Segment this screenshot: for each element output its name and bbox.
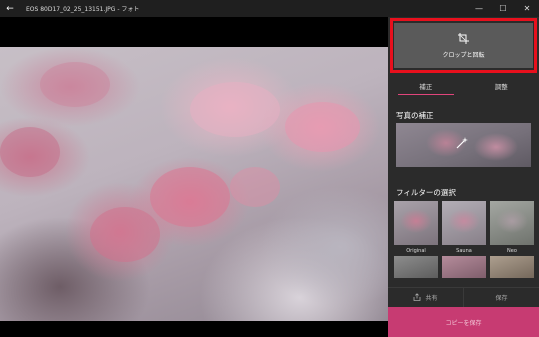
share-icon xyxy=(413,292,421,303)
magic-wand-icon xyxy=(456,137,468,152)
blossom-cluster xyxy=(190,82,280,137)
share-label: 共有 xyxy=(425,295,438,302)
save-button[interactable]: 保存 xyxy=(463,287,539,307)
crop-rotate-label: クロップと回転 xyxy=(442,51,485,59)
share-button[interactable]: 共有 xyxy=(388,287,463,307)
filter-item[interactable] xyxy=(442,256,486,278)
filter-label: Sauna xyxy=(456,248,472,254)
filter-thumbnail xyxy=(490,256,534,278)
filter-thumbnail xyxy=(442,256,486,278)
edit-panel: クロップと回転 補正 調整 写真の補正 フィルターの選択 Original Sa… xyxy=(388,17,539,337)
blossom-cluster xyxy=(0,127,60,177)
back-arrow-icon[interactable]: ← xyxy=(0,0,20,17)
tab-adjust[interactable]: 調整 xyxy=(464,77,539,95)
blossom-cluster xyxy=(285,102,360,152)
cherry-blossom-photo xyxy=(0,47,388,321)
window-title: EOS 80D17_02_25_13151.JPG - フォト xyxy=(26,6,140,13)
photo-canvas xyxy=(0,17,388,337)
filter-item[interactable] xyxy=(394,256,438,278)
filter-label: Neo xyxy=(507,248,517,254)
blossom-cluster xyxy=(90,207,160,262)
filter-thumbnail xyxy=(394,256,438,278)
enhance-title: 写真の補正 xyxy=(396,111,434,120)
crop-rotate-button[interactable]: クロップと回転 xyxy=(394,23,533,68)
enhance-photo-button[interactable] xyxy=(396,123,531,167)
blossom-cluster xyxy=(40,62,110,107)
close-icon[interactable]: ✕ xyxy=(515,0,539,17)
maximize-icon[interactable]: ☐ xyxy=(491,0,515,17)
filter-item[interactable] xyxy=(490,256,534,278)
filter-thumbnail xyxy=(394,201,438,245)
edit-tabs: 補正 調整 xyxy=(388,77,539,95)
action-bar: 共有 保存 xyxy=(388,287,539,307)
filter-original[interactable]: Original xyxy=(394,201,438,255)
crop-rotate-icon xyxy=(458,32,469,46)
save-copy-button[interactable]: コピーを保存 xyxy=(388,307,539,337)
blossom-cluster xyxy=(150,167,230,227)
minimize-icon[interactable]: — xyxy=(467,0,491,17)
filter-sauna[interactable]: Sauna xyxy=(442,201,486,255)
blossom-cluster xyxy=(230,167,280,207)
window-controls: — ☐ ✕ xyxy=(467,0,539,17)
filter-grid: Original Sauna Neo xyxy=(394,201,534,278)
filter-thumbnail xyxy=(442,201,486,245)
filters-title: フィルターの選択 xyxy=(396,188,456,197)
tab-enhance[interactable]: 補正 xyxy=(388,77,464,95)
filter-neo[interactable]: Neo xyxy=(490,201,534,255)
title-bar: ← EOS 80D17_02_25_13151.JPG - フォト — ☐ ✕ xyxy=(0,0,539,17)
filter-label: Original xyxy=(406,248,426,254)
filter-thumbnail xyxy=(490,201,534,245)
